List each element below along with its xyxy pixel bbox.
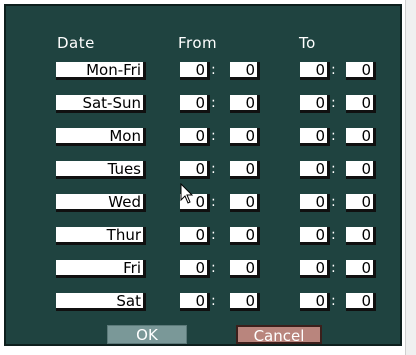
to-time-separator: : [331,260,336,276]
to-time-separator: : [331,194,336,210]
from-time-separator: : [211,62,216,78]
from-minute-field[interactable]: 0 [230,62,260,80]
to-hour-field[interactable]: 0 [300,227,330,245]
from-header: From [178,34,218,52]
to-minute-field[interactable]: 0 [346,161,376,179]
from-time-separator: : [211,95,216,111]
day-field[interactable]: Sat [56,293,146,311]
to-time-separator: : [331,128,336,144]
from-time-separator: : [211,161,216,177]
from-hour-field[interactable]: 0 [180,161,210,179]
from-hour-field[interactable]: 0 [180,95,210,113]
from-time-separator: : [211,194,216,210]
to-time-separator: : [331,161,336,177]
date-header: Date [57,34,95,52]
from-minute-field[interactable]: 0 [230,293,260,311]
to-minute-field[interactable]: 0 [346,95,376,113]
from-minute-field[interactable]: 0 [230,161,260,179]
to-time-separator: : [331,62,336,78]
to-hour-field[interactable]: 0 [300,194,330,212]
day-field[interactable]: Mon-Fri [56,62,146,80]
from-minute-field[interactable]: 0 [230,260,260,278]
window-edge [405,0,416,355]
from-minute-field[interactable]: 0 [230,194,260,212]
to-hour-field[interactable]: 0 [300,161,330,179]
mouse-pointer-icon [180,183,194,204]
to-header: To [299,34,316,52]
to-minute-field[interactable]: 0 [346,128,376,146]
to-minute-field[interactable]: 0 [346,62,376,80]
to-hour-field[interactable]: 0 [300,62,330,80]
from-time-separator: : [211,260,216,276]
to-time-separator: : [331,293,336,309]
day-field[interactable]: Sat-Sun [56,95,146,113]
to-minute-field[interactable]: 0 [346,227,376,245]
to-hour-field[interactable]: 0 [300,128,330,146]
day-field[interactable]: Thur [56,227,146,245]
from-time-separator: : [211,227,216,243]
from-minute-field[interactable]: 0 [230,227,260,245]
day-field[interactable]: Fri [56,260,146,278]
to-hour-field[interactable]: 0 [300,95,330,113]
ok-button[interactable]: OK [107,325,187,344]
from-time-separator: : [211,293,216,309]
to-minute-field[interactable]: 0 [346,293,376,311]
to-minute-field[interactable]: 0 [346,194,376,212]
day-field[interactable]: Wed [56,194,146,212]
from-hour-field[interactable]: 0 [180,227,210,245]
to-hour-field[interactable]: 0 [300,293,330,311]
cancel-button[interactable]: Cancel [236,325,322,345]
from-hour-field[interactable]: 0 [180,62,210,80]
from-hour-field[interactable]: 0 [180,293,210,311]
to-time-separator: : [331,95,336,111]
day-field[interactable]: Tues [56,161,146,179]
day-field[interactable]: Mon [56,128,146,146]
from-hour-field[interactable]: 0 [180,260,210,278]
from-hour-field[interactable]: 0 [180,128,210,146]
from-minute-field[interactable]: 0 [230,95,260,113]
from-minute-field[interactable]: 0 [230,128,260,146]
to-hour-field[interactable]: 0 [300,260,330,278]
from-time-separator: : [211,128,216,144]
to-minute-field[interactable]: 0 [346,260,376,278]
to-time-separator: : [331,227,336,243]
